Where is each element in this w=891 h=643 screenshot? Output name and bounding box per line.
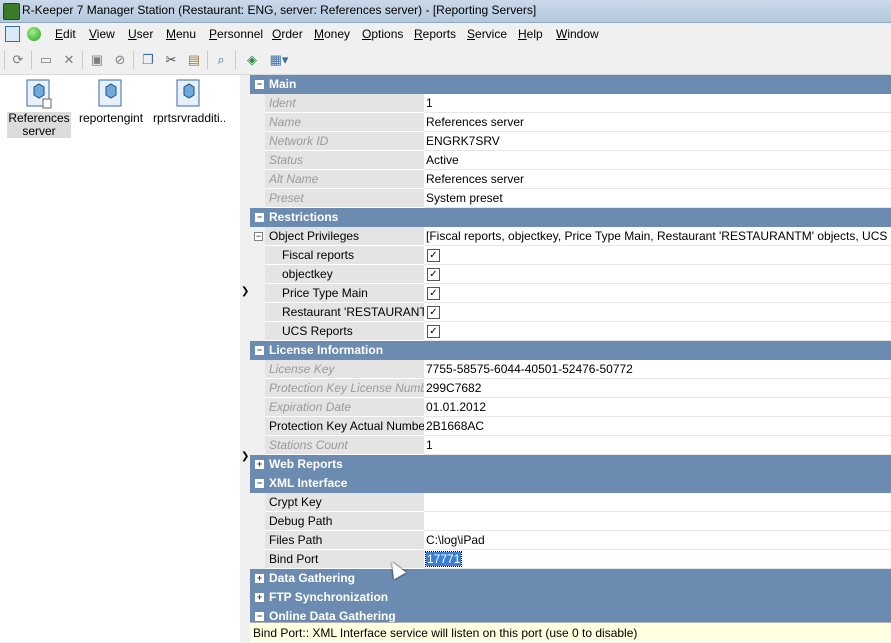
property-row[interactable]: Ident 1 [250,94,891,113]
object-label: reportengint... [79,112,143,125]
checkbox[interactable]: ✓ [427,325,440,338]
menu-money[interactable]: Money [314,27,350,41]
checkbox[interactable]: ✓ [427,268,440,281]
section-xml-interface[interactable]: − XML Interface [250,474,891,493]
expand-icon[interactable]: + [255,574,264,583]
checkbox[interactable]: ✓ [427,306,440,319]
paste-icon[interactable]: ▤ [185,51,203,69]
menu-help[interactable]: Help [518,27,543,41]
collapse-arrow-icon[interactable]: ❯ [241,286,249,297]
collapse-arrow-icon[interactable]: ❯ [241,451,249,462]
property-row[interactable]: Network ID ENGRK7SRV [250,132,891,151]
property-row[interactable]: License Key 7755-58575-6044-40501-52476-5… [250,360,891,379]
collapse-icon[interactable]: − [255,213,264,222]
property-row[interactable]: Alt Name References server [250,170,891,189]
menu-edit[interactable]: Edit [55,27,76,41]
menu-reports[interactable]: Reports [414,27,456,41]
checkbox[interactable]: ✓ [427,249,440,262]
privilege-row[interactable]: objectkey ✓ [250,265,891,284]
property-row[interactable]: Name References server [250,113,891,132]
checkbox[interactable]: ✓ [427,287,440,300]
property-row[interactable]: Preset System preset [250,189,891,208]
property-row[interactable]: Files Path C:\log\iPad [250,531,891,550]
section-main[interactable]: − Main [250,75,891,94]
menu-order[interactable]: Order [272,27,303,41]
property-row[interactable]: Crypt Key [250,493,891,512]
grid-view-icon[interactable]: ▦▾ [266,51,292,69]
section-ftp-synchronization[interactable]: + FTP Synchronization [250,588,891,607]
menu-service[interactable]: Service [467,27,507,41]
export-icon[interactable]: ◈ [243,51,261,69]
mdi-window-icon[interactable] [5,26,20,42]
section-license-information[interactable]: − License Information [250,341,891,360]
section-web-reports[interactable]: + Web Reports [250,455,891,474]
title-bar: R-Keeper 7 Manager Station (Restaurant: … [0,0,891,23]
object-list-pane: References server reportengint... rprtsr… [0,75,241,642]
save-icon[interactable]: ▣ [88,51,106,69]
property-row[interactable]: Status Active [250,151,891,170]
new-icon[interactable]: ▭ [37,51,55,69]
object-label: References [7,112,71,125]
delete-icon[interactable]: ✕ [60,51,78,69]
server-object-icon [176,79,202,109]
server-object-icon [26,79,52,109]
section-data-gathering[interactable]: + Data Gathering [250,569,891,588]
menu-bar: Edit View User Menu Personnel Order Mone… [0,23,891,46]
cancel-icon[interactable]: ⊘ [111,51,129,69]
privilege-row[interactable]: Price Type Main ✓ [250,284,891,303]
collapse-icon[interactable]: − [255,479,264,488]
privilege-row[interactable]: UCS Reports ✓ [250,322,891,341]
collapse-icon[interactable]: − [254,232,263,241]
privilege-row[interactable]: Restaurant 'RESTAURANTM' objects✓ [250,303,891,322]
property-grid: − Main Ident 1 Name References server Netw… [250,75,891,622]
menu-view[interactable]: View [89,27,115,41]
object-label-line2: server [7,125,71,138]
find-icon[interactable]: ⌕ [212,51,230,69]
object-item-rprtsrvradditi[interactable]: rprtsrvradditi... [153,79,225,125]
section-restrictions[interactable]: − Restrictions [250,208,891,227]
collapse-icon[interactable]: − [255,612,264,621]
cut-icon[interactable]: ✂ [162,51,180,69]
collapse-icon[interactable]: − [255,80,264,89]
status-green-icon [27,27,41,41]
collapse-icon[interactable]: − [255,346,264,355]
property-hint-bar: Bind Port:: XML Interface service will l… [250,622,891,642]
section-online-data-gathering[interactable]: − Online Data Gathering [250,607,891,622]
server-object-icon [98,79,124,109]
property-row[interactable]: Protection Key License Number 299C7682 [250,379,891,398]
expand-icon[interactable]: + [255,460,264,469]
privilege-row[interactable]: Fiscal reports ✓ [250,246,891,265]
app-icon [3,3,20,20]
property-row-object-privileges[interactable]: − Object Privileges [Fiscal reports, obj… [250,227,891,246]
menu-options[interactable]: Options [362,27,403,41]
menu-window[interactable]: Window [556,27,599,41]
property-row[interactable]: Stations Count 1 [250,436,891,455]
property-row[interactable]: Expiration Date 01.01.2012 [250,398,891,417]
toolbar: ⟳ ▭ ✕ ▣ ⊘ ❐ ✂ ▤ ⌕ ◈ ▦▾ [0,46,891,75]
object-item-references-server[interactable]: References server [7,79,71,138]
menu-personnel[interactable]: Personnel [209,27,263,41]
menu-user[interactable]: User [128,27,153,41]
property-row[interactable]: Debug Path [250,512,891,531]
property-row[interactable]: Protection Key Actual Number 2B1668AC [250,417,891,436]
object-item-reportengint[interactable]: reportengint... [79,79,143,125]
refresh-icon[interactable]: ⟳ [9,51,27,69]
pane-splitter[interactable]: ❯ ❯ [240,75,250,642]
property-row-bind-port[interactable]: Bind Port 17771 [250,550,891,569]
copy-icon[interactable]: ❐ [139,51,157,69]
expand-icon[interactable]: + [255,593,264,602]
object-label: rprtsrvradditi... [153,112,225,125]
bind-port-input[interactable]: 17771 [424,550,891,569]
window-title: R-Keeper 7 Manager Station (Restaurant: … [22,3,537,17]
menu-menu[interactable]: Menu [166,27,196,41]
